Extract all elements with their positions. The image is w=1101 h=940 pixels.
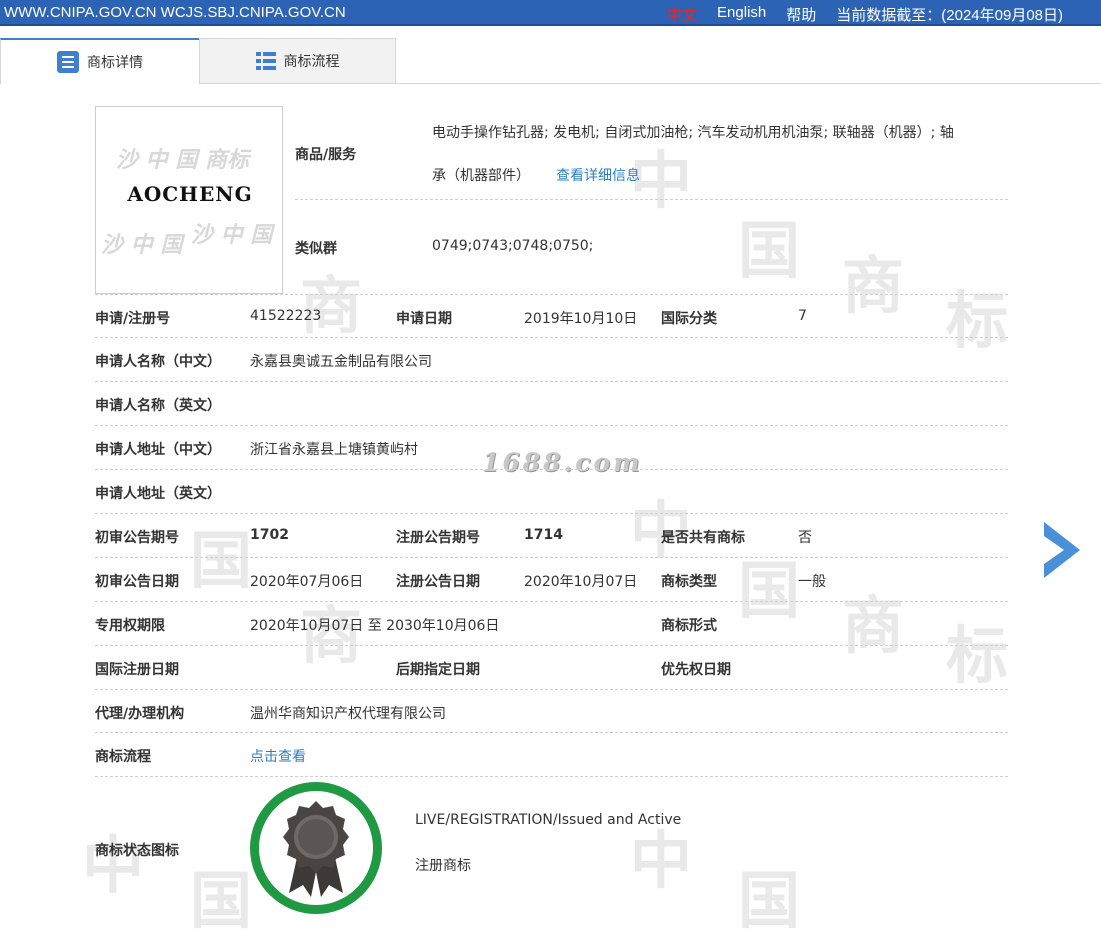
goods-label: 商品/服务	[295, 147, 357, 163]
reg-pub-no-value: 1714	[524, 527, 563, 543]
watermark-glyph: 国	[738, 864, 801, 937]
next-arrow-icon[interactable]	[1044, 522, 1080, 578]
intl-reg-date-label: 国际注册日期	[95, 662, 179, 678]
view-flow-link[interactable]: 点击查看	[250, 746, 306, 766]
shared-label: 是否共有商标	[661, 530, 745, 546]
logo-watermark: 沙 中 国	[191, 223, 273, 248]
watermark-glyph: 标	[946, 619, 1009, 692]
trademark-logo-text: AOCHENG	[127, 182, 253, 206]
address-cn-value: 浙江省永嘉县上塘镇黄屿村	[250, 442, 418, 458]
priority-date-label: 优先权日期	[661, 662, 731, 678]
lang-chinese-link[interactable]: 中文	[667, 4, 697, 25]
address-en-label: 申请人地址（英文）	[95, 486, 221, 502]
applicant-cn-label: 申请人名称（中文）	[95, 354, 221, 370]
goods-line-2: 承（机器部件）	[432, 168, 530, 184]
divider	[95, 469, 1008, 470]
trademark-image: 沙 中 国 商标 沙 中 国 沙 中 国 AOCHENG	[95, 106, 283, 294]
watermark-glyph: 国	[190, 524, 253, 597]
divider	[95, 689, 1008, 690]
term-value: 2020年10月07日 至 2030年10月06日	[250, 618, 500, 634]
watermark-glyph: 标	[946, 284, 1009, 357]
watermark-1688: 1688.com	[482, 448, 643, 477]
watermark-glyph: 商	[842, 589, 905, 662]
site-urls: WWW.CNIPA.GOV.CN WCJS.SBJ.CNIPA.GOV.CN	[4, 4, 346, 21]
help-link[interactable]: 帮助	[786, 4, 816, 25]
watermark-glyph: 商	[842, 249, 905, 322]
view-details-link[interactable]: 查看详细信息	[556, 165, 640, 185]
tm-type-value: 一般	[798, 574, 826, 590]
agent-value: 温州华商知识产权代理有限公司	[250, 706, 446, 722]
prelim-no-value: 1702	[250, 527, 289, 543]
prelim-date-label: 初审公告日期	[95, 574, 179, 590]
tab-bar: 商标详情 商标流程	[0, 38, 1101, 85]
app-date-value: 2019年10月10日	[524, 311, 638, 327]
lang-english-link[interactable]: English	[717, 4, 766, 25]
intl-class-value: 7	[798, 308, 807, 324]
list-icon	[57, 51, 79, 73]
applicant-cn-value: 永嘉县奥诚五金制品有限公司	[250, 354, 432, 370]
divider	[95, 381, 1008, 382]
award-ribbon-icon	[283, 801, 349, 897]
reg-pub-date-label: 注册公告日期	[396, 574, 480, 590]
divider	[95, 294, 1008, 295]
watermark-glyph: 商	[300, 269, 363, 342]
grid-list-icon	[255, 52, 276, 70]
status-english: LIVE/REGISTRATION/Issued and Active	[415, 812, 682, 828]
goods-line-1: 电动手操作钻孔器; 发电机; 自闭式加油枪; 汽车发动机用机油泵; 联轴器（机器…	[432, 125, 954, 141]
divider	[95, 645, 1008, 646]
reg-pub-date-value: 2020年10月07日	[524, 574, 638, 590]
logo-watermark: 沙 中 国	[101, 233, 183, 258]
tab-label: 商标详情	[87, 55, 143, 71]
tm-form-label: 商标形式	[661, 618, 717, 634]
registered-badge-icon	[250, 782, 382, 914]
term-label: 专用权期限	[95, 618, 165, 634]
watermark-glyph: 国	[738, 554, 801, 627]
prelim-date-value: 2020年07月06日	[250, 574, 364, 590]
agent-label: 代理/办理机构	[95, 706, 185, 722]
app-date-label: 申请日期	[396, 311, 452, 327]
similar-group-value: 0749;0743;0748;0750;	[432, 238, 594, 254]
shared-value: 否	[798, 530, 812, 546]
applicant-en-label: 申请人名称（英文）	[95, 398, 221, 414]
divider	[95, 601, 1008, 602]
top-bar: WWW.CNIPA.GOV.CN WCJS.SBJ.CNIPA.GOV.CN 中…	[0, 0, 1101, 26]
similar-group-label: 类似群	[295, 241, 337, 257]
later-designation-label: 后期指定日期	[396, 662, 480, 678]
watermark-glyph: 国	[190, 864, 253, 937]
data-date-text: 当前数据截至：(2024年09月08日)	[836, 7, 1063, 24]
tab-label: 商标流程	[283, 54, 340, 70]
watermark-glyph: 中	[82, 829, 145, 902]
address-cn-label: 申请人地址（中文）	[95, 442, 221, 458]
reg-no-value: 41522223	[250, 308, 322, 324]
divider	[95, 513, 1008, 514]
status-chinese: 注册商标	[415, 858, 471, 874]
divider	[95, 557, 1008, 558]
divider	[95, 337, 1008, 338]
watermark-glyph: 国	[738, 214, 801, 287]
reg-no-label: 申请/注册号	[95, 311, 171, 327]
status-icon-label: 商标状态图标	[95, 843, 179, 859]
reg-pub-no-label: 注册公告期号	[396, 530, 480, 546]
divider	[95, 732, 1008, 733]
top-bar-right: 中文 English 帮助 当前数据截至：(2024年09月08日)	[667, 4, 1063, 25]
divider	[95, 425, 1008, 426]
divider	[295, 199, 1008, 200]
intl-class-label: 国际分类	[661, 311, 717, 327]
tab-trademark-flow[interactable]: 商标流程	[199, 38, 396, 84]
divider	[95, 776, 1008, 777]
tm-type-label: 商标类型	[661, 574, 717, 590]
flow-label: 商标流程	[95, 749, 151, 765]
prelim-no-label: 初审公告期号	[95, 530, 179, 546]
logo-watermark: 沙 中 国 商标	[116, 148, 249, 173]
tab-trademark-details[interactable]: 商标详情	[0, 38, 200, 85]
